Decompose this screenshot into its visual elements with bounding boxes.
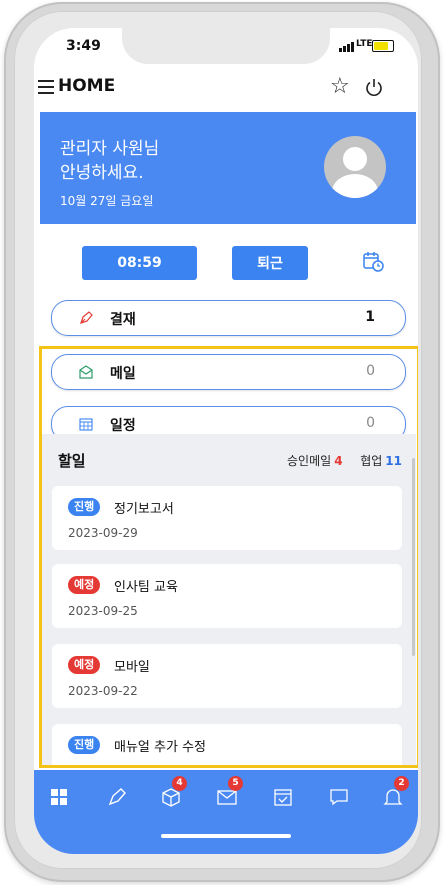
- box-badge: 4: [172, 776, 187, 791]
- scrollbar[interactable]: [412, 458, 415, 656]
- calendar-icon: [79, 418, 93, 431]
- today-date: 10월 27일 금요일: [60, 194, 154, 208]
- todo-item-name: 모바일: [114, 660, 150, 675]
- pen-icon[interactable]: [106, 786, 128, 808]
- status-badge: 예정: [68, 656, 101, 674]
- todo-item-name: 인사팀 교육: [114, 580, 178, 595]
- pen-icon: [80, 311, 93, 324]
- battery-icon: [372, 40, 394, 52]
- todo-item-name: 정기보고서: [114, 502, 174, 517]
- box-nav[interactable]: 4: [160, 776, 187, 808]
- mail-badge: 5: [228, 776, 243, 791]
- avatar[interactable]: [324, 136, 386, 198]
- app-header: HOME ☆: [34, 72, 418, 112]
- hamburger-icon[interactable]: [38, 80, 54, 94]
- page-title: HOME: [58, 76, 116, 96]
- home-indicator: [161, 834, 291, 838]
- approval-mail-label[interactable]: 승인메일: [287, 454, 331, 468]
- approval-mail-count: 4: [334, 454, 343, 468]
- calendar-check-icon[interactable]: [272, 786, 294, 808]
- clock-in-time-button[interactable]: 08:59: [82, 246, 197, 280]
- leave-work-button[interactable]: 퇴근: [232, 246, 308, 280]
- schedule-label: 일정: [110, 418, 136, 434]
- todo-item[interactable]: 진행 정기보고서 2023-09-29: [52, 486, 402, 550]
- mail-count: 0: [366, 363, 375, 379]
- status-bar: 3:49 LTE: [34, 28, 418, 72]
- todo-item[interactable]: 예정 인사팀 교육 2023-09-25: [52, 564, 402, 628]
- star-icon[interactable]: ☆: [330, 74, 350, 99]
- calendar-clock-icon[interactable]: [362, 250, 384, 272]
- approval-count: 1: [365, 309, 375, 325]
- todo-item-date: 2023-09-25: [68, 604, 138, 618]
- bell-nav[interactable]: 2: [382, 776, 409, 808]
- mail-nav[interactable]: 5: [216, 776, 243, 808]
- grid-icon[interactable]: [48, 786, 70, 808]
- todo-section: 할일 승인메일 4 협업 11 진행 정기보고서 2023-09-29 예정 인사팀…: [40, 434, 416, 768]
- battery-level: [374, 42, 388, 50]
- todo-title: 할일: [58, 452, 86, 470]
- collab-count: 11: [385, 454, 402, 468]
- power-icon[interactable]: [364, 78, 384, 98]
- status-badge: 진행: [68, 736, 101, 754]
- mail-open-icon: [79, 365, 93, 379]
- mail-label: 메일: [110, 366, 136, 382]
- todo-item-date: 2023-09-22: [68, 684, 138, 698]
- todo-item[interactable]: 진행 매뉴얼 추가 수정: [52, 724, 402, 768]
- status-time: 3:49: [66, 38, 101, 54]
- todo-item[interactable]: 예정 모바일 2023-09-22: [52, 644, 402, 708]
- greeting-message: 안녕하세요.: [60, 163, 144, 183]
- welcome-banner: 관리자 사원님 안녕하세요. 10월 27일 금요일: [40, 112, 416, 224]
- chat-icon[interactable]: [328, 786, 350, 808]
- notch: [122, 28, 330, 64]
- collab-label[interactable]: 협업: [360, 454, 382, 468]
- schedule-count: 0: [366, 415, 375, 431]
- todo-item-name: 매뉴얼 추가 수정: [114, 740, 206, 755]
- phone-screen: 3:49 LTE HOME ☆ 관리자 사원님 안녕하세요. 10월 27일 금…: [34, 28, 418, 854]
- status-badge: 진행: [68, 498, 101, 516]
- network-label: LTE: [356, 39, 373, 49]
- bell-badge: 2: [394, 776, 409, 791]
- signal-icon: [339, 42, 354, 52]
- todo-summary: 승인메일 4 협업 11: [287, 452, 402, 469]
- approval-label: 결재: [110, 312, 136, 328]
- greeting-name: 관리자 사원님: [60, 139, 160, 159]
- todo-item-date: 2023-09-29: [68, 526, 138, 540]
- bottom-nav: 4 5 2: [34, 770, 418, 854]
- approval-row[interactable]: 결재 1: [51, 300, 406, 336]
- mail-row[interactable]: 메일 0: [51, 354, 406, 390]
- status-badge: 예정: [68, 576, 101, 594]
